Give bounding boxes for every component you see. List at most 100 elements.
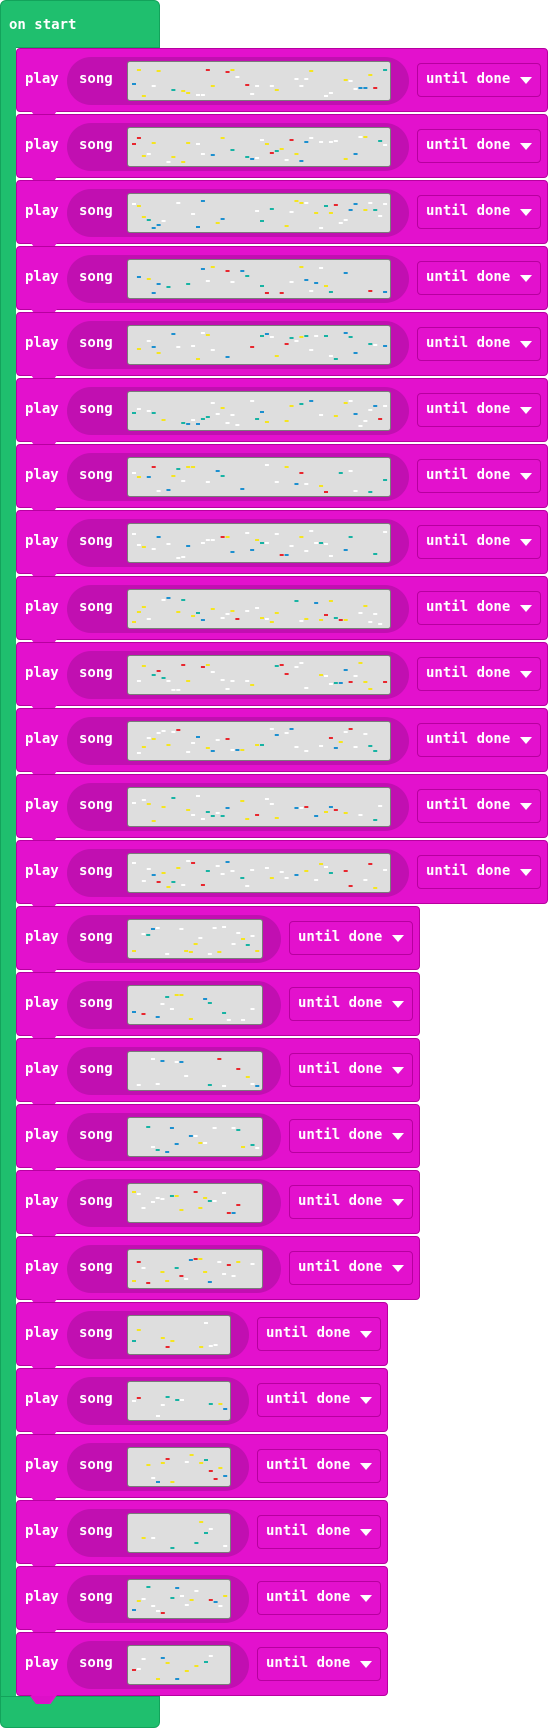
mode-dropdown[interactable]: until done [417,723,541,757]
play-song-block[interactable]: play song until done [16,972,420,1044]
song-pill[interactable]: song [67,321,409,369]
song-melody-field[interactable] [127,1315,231,1355]
song-melody-field[interactable] [127,1645,231,1685]
on-start-hat[interactable]: on start [0,0,160,48]
song-melody-field[interactable] [127,787,391,827]
play-song-block[interactable]: play song until done [16,906,420,978]
song-melody-field[interactable] [127,1579,231,1619]
mode-dropdown[interactable]: until done [417,63,541,97]
song-pill[interactable]: song [67,123,409,171]
play-song-block[interactable]: play song until done [16,378,548,450]
mode-dropdown[interactable]: until done [417,789,541,823]
song-melody-field[interactable] [127,391,391,431]
play-song-block[interactable]: play song until done [16,1566,388,1638]
song-pill[interactable]: song [67,651,409,699]
song-pill[interactable]: song [67,1179,281,1227]
song-pill[interactable]: song [67,57,409,105]
song-pill[interactable]: song [67,519,409,567]
song-pill[interactable]: song [67,453,409,501]
play-song-block[interactable]: play song until done [16,1170,420,1242]
mode-dropdown[interactable]: until done [289,1119,413,1153]
song-pill[interactable]: song [67,1311,249,1359]
song-melody-field[interactable] [127,721,391,761]
song-melody-field[interactable] [127,259,391,299]
play-song-block[interactable]: play song until done [16,246,548,318]
song-melody-field[interactable] [127,1381,231,1421]
song-pill[interactable]: song [67,1443,249,1491]
play-song-block[interactable]: play song until done [16,48,548,120]
mode-dropdown[interactable]: until done [417,525,541,559]
song-pill[interactable]: song [67,717,409,765]
mode-dropdown[interactable]: until done [417,393,541,427]
play-song-block[interactable]: play song until done [16,708,548,780]
song-pill[interactable]: song [67,1575,249,1623]
song-pill[interactable]: song [67,255,409,303]
play-song-block[interactable]: play song until done [16,774,548,846]
song-pill[interactable]: song [67,849,409,897]
mode-dropdown[interactable]: until done [257,1581,381,1615]
song-pill[interactable]: song [67,387,409,435]
play-song-block[interactable]: play song until done [16,576,548,648]
mode-dropdown[interactable]: until done [417,129,541,163]
song-melody-field[interactable] [127,919,263,959]
song-pill[interactable]: song [67,981,281,1029]
song-melody-field[interactable] [127,1183,263,1223]
song-melody-field[interactable] [127,985,263,1025]
play-song-block[interactable]: play song until done [16,1434,388,1506]
play-song-block[interactable]: play song until done [16,312,548,384]
song-pill[interactable]: song [67,783,409,831]
play-song-block[interactable]: play song until done [16,114,548,186]
play-song-block[interactable]: play song until done [16,1368,388,1440]
song-melody-field[interactable] [127,1117,263,1157]
play-song-block[interactable]: play song until done [16,510,548,582]
play-song-block[interactable]: play song until done [16,1038,420,1110]
song-melody-field[interactable] [127,655,391,695]
song-melody-field[interactable] [127,1051,263,1091]
play-song-block[interactable]: play song until done [16,1302,388,1374]
song-melody-field[interactable] [127,523,391,563]
play-song-block[interactable]: play song until done [16,642,548,714]
song-melody-field[interactable] [127,127,391,167]
mode-dropdown[interactable]: until done [289,987,413,1021]
mode-dropdown[interactable]: until done [257,1317,381,1351]
mode-dropdown[interactable]: until done [257,1647,381,1681]
mode-dropdown[interactable]: until done [289,1185,413,1219]
song-pill[interactable]: song [67,1113,281,1161]
mode-dropdown[interactable]: until done [417,195,541,229]
play-song-block[interactable]: play song until done [16,840,548,912]
mode-dropdown[interactable]: until done [417,657,541,691]
song-melody-field[interactable] [127,589,391,629]
song-pill[interactable]: song [67,189,409,237]
play-song-block[interactable]: play song until done [16,1632,388,1704]
mode-dropdown[interactable]: until done [257,1449,381,1483]
song-pill[interactable]: song [67,585,409,633]
song-pill[interactable]: song [67,1509,249,1557]
song-melody-field[interactable] [127,1249,263,1289]
song-pill[interactable]: song [67,1377,249,1425]
song-melody-field[interactable] [127,853,391,893]
mode-dropdown[interactable]: until done [257,1515,381,1549]
mode-dropdown[interactable]: until done [417,261,541,295]
song-melody-field[interactable] [127,193,391,233]
mode-dropdown[interactable]: until done [289,1251,413,1285]
mode-dropdown[interactable]: until done [417,327,541,361]
mode-dropdown[interactable]: until done [417,459,541,493]
mode-dropdown[interactable]: until done [257,1383,381,1417]
play-song-block[interactable]: play song until done [16,180,548,252]
song-melody-field[interactable] [127,61,391,101]
song-pill[interactable]: song [67,1245,281,1293]
mode-dropdown[interactable]: until done [289,921,413,955]
play-song-block[interactable]: play song until done [16,1104,420,1176]
mode-dropdown[interactable]: until done [417,591,541,625]
mode-dropdown[interactable]: until done [417,855,541,889]
play-song-block[interactable]: play song until done [16,1236,420,1308]
song-melody-field[interactable] [127,1513,231,1553]
song-pill[interactable]: song [67,915,281,963]
play-song-block[interactable]: play song until done [16,444,548,516]
song-pill[interactable]: song [67,1047,281,1095]
song-melody-field[interactable] [127,325,391,365]
mode-dropdown[interactable]: until done [289,1053,413,1087]
play-song-block[interactable]: play song until done [16,1500,388,1572]
song-melody-field[interactable] [127,457,391,497]
song-pill[interactable]: song [67,1641,249,1689]
